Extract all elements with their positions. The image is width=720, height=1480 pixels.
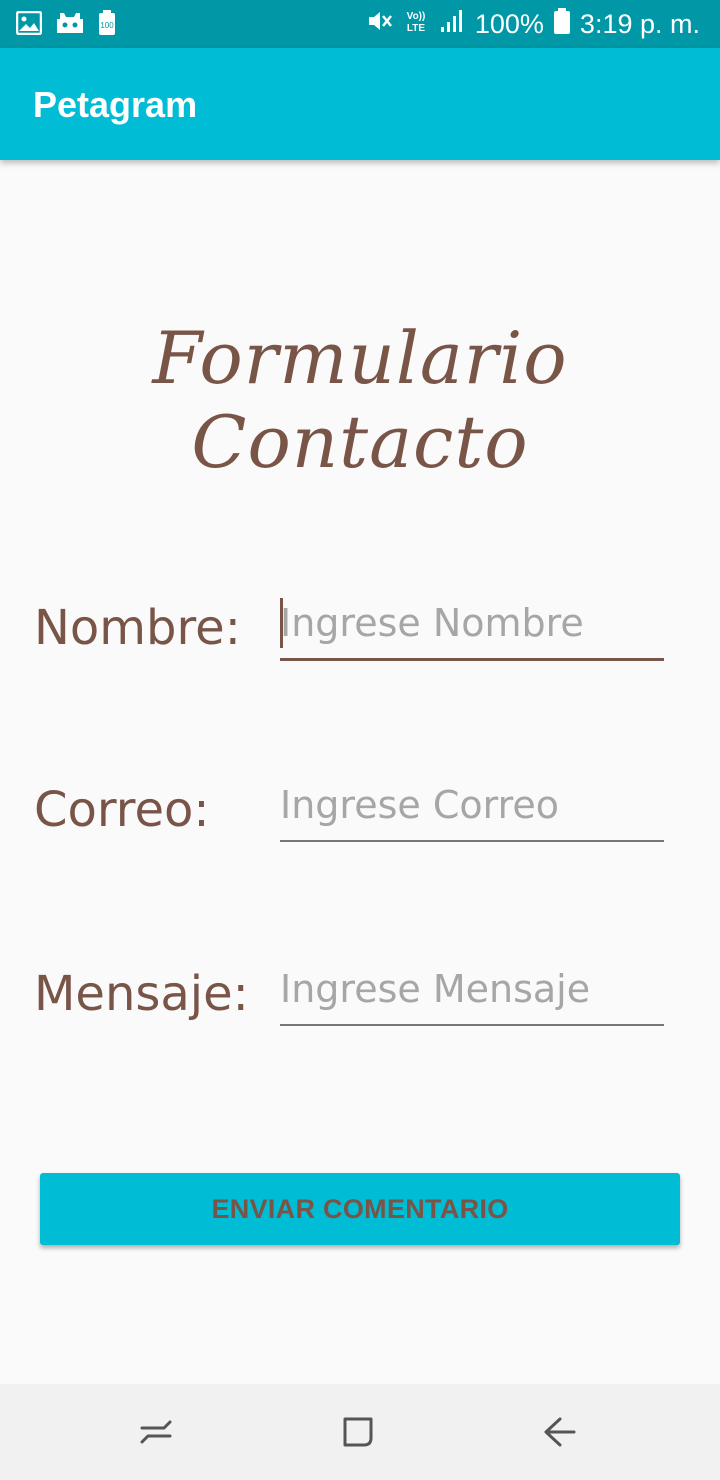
app-bar: Petagram [0,48,720,160]
gallery-icon [15,10,43,40]
battery-icon [553,8,570,41]
nombre-row: Nombre: [0,588,720,678]
mensaje-row: Mensaje: [0,954,720,1044]
clock: 3:19 p. m. [579,9,700,39]
mensaje-label: Mensaje: [34,966,249,1022]
recents-icon[interactable] [128,1410,184,1454]
battery-percent: 100% [474,9,544,39]
correo-input[interactable] [280,770,664,842]
game-icon [56,11,84,40]
volte-icon: Vo)) LTE [403,8,429,41]
status-bar: 100 Vo)) LTE 100% 3:19 p. m. [0,0,720,48]
signal-icon [439,9,465,40]
mensaje-input[interactable] [280,954,664,1026]
svg-text:Vo)): Vo)) [407,11,426,22]
nombre-label: Nombre: [34,600,241,656]
send-comment-button[interactable]: ENVIAR COMENTARIO [40,1173,680,1245]
battery-saver-icon: 100 [98,10,116,41]
back-icon[interactable] [532,1410,588,1454]
navigation-bar [0,1384,720,1480]
mute-icon [367,9,393,40]
svg-text:LTE: LTE [407,23,425,34]
correo-label: Correo: [34,782,210,838]
correo-row: Correo: [0,770,720,860]
text-cursor [280,598,283,648]
svg-text:100: 100 [100,21,114,30]
home-icon[interactable] [330,1410,386,1454]
form-title: Formulario Contacto [152,316,568,484]
app-title: Petagram [33,84,198,125]
nombre-input[interactable] [280,588,664,661]
